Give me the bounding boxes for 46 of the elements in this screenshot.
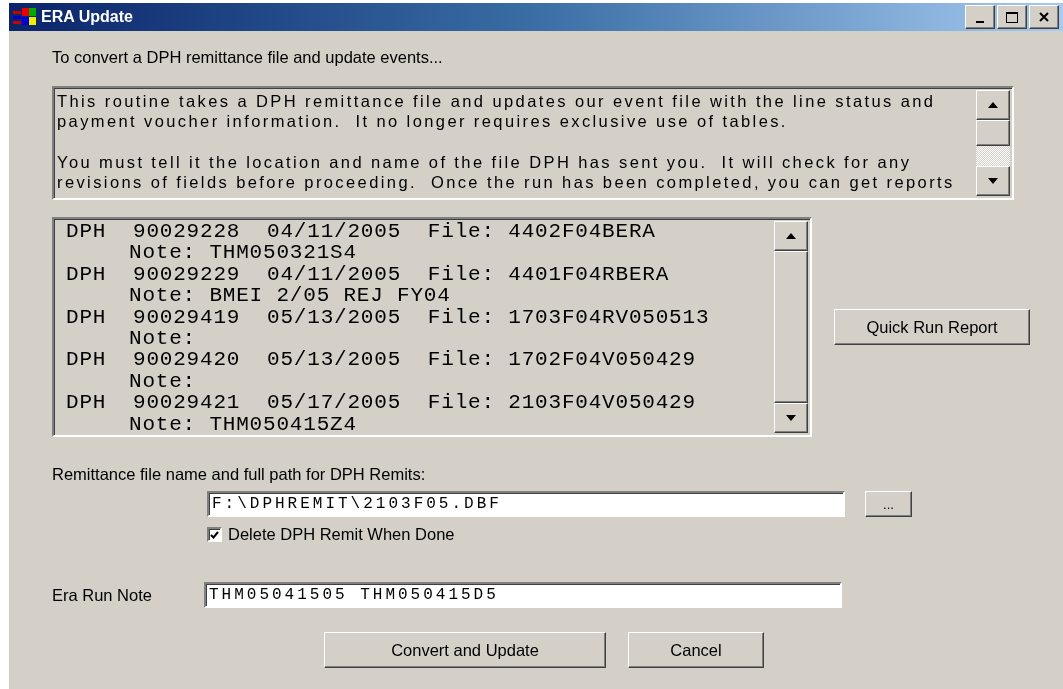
up-arrow-icon bbox=[988, 102, 998, 108]
convert-button[interactable]: Convert and Update bbox=[324, 632, 606, 668]
minimize-button[interactable] bbox=[965, 5, 995, 29]
run-entry: DPH 90029421 05/17/2005 File: 2103F04V050429 bbox=[66, 392, 697, 414]
browse-button[interactable]: ... bbox=[865, 491, 912, 517]
run-note-label: Era Run Note bbox=[52, 585, 152, 605]
remit-file-field[interactable]: F:\DPHREMIT\2103F05.DBF bbox=[207, 491, 845, 517]
checkbox[interactable] bbox=[207, 527, 222, 542]
close-icon bbox=[1039, 12, 1049, 22]
scroll-down-button[interactable] bbox=[976, 166, 1010, 196]
run-list[interactable] bbox=[52, 217, 812, 437]
cancel-button[interactable]: Cancel bbox=[628, 632, 764, 668]
run-entry: DPH 90029419 05/13/2005 File: 1703F04RV050513 bbox=[66, 306, 711, 329]
scroll-thumb[interactable] bbox=[976, 120, 1010, 146]
down-arrow-icon bbox=[786, 415, 796, 421]
app-icon bbox=[13, 7, 37, 27]
run-entry: DPH 90029420 05/13/2005 File: 1702F04V050429 bbox=[66, 349, 697, 371]
run-note-field[interactable]: THM05041505 THM050415D5 bbox=[203, 582, 842, 608]
description-paragraph: You must tell it the location and name of the file DPH has sent you. It will check for any revisions of fields before proceeding. Once the run has been completed, you can get reports bbox=[57, 152, 956, 192]
run-note: Note: bbox=[129, 370, 197, 393]
window-title: ERA Update bbox=[41, 8, 133, 26]
scroll-bar[interactable] bbox=[976, 90, 1010, 196]
remit-label: Remittance file name and full path for DPH Remits: bbox=[52, 465, 427, 484]
scroll-down-button[interactable] bbox=[774, 403, 808, 433]
scroll-up-button[interactable] bbox=[774, 221, 808, 251]
up-arrow-icon bbox=[786, 233, 796, 239]
description-paragraph: This routine takes a DPH remittance file and updates our event file with the line status and payment voucher information. It no longer requires exclusive use of tables. bbox=[57, 91, 937, 131]
maximize-button[interactable] bbox=[997, 5, 1027, 29]
minimize-icon bbox=[976, 21, 984, 23]
run-note: Note: THM050415Z4 bbox=[129, 413, 358, 436]
scroll-up-button[interactable] bbox=[976, 90, 1010, 120]
run-note: Note: BMEI 2/05 REJ FY04 bbox=[129, 285, 452, 307]
maximize-icon bbox=[1006, 11, 1018, 23]
down-arrow-icon bbox=[988, 178, 998, 184]
close-button[interactable] bbox=[1029, 5, 1059, 29]
scroll-bar[interactable] bbox=[774, 221, 808, 433]
run-note: Note: bbox=[129, 328, 197, 350]
check-icon bbox=[210, 530, 219, 539]
checkbox-label: Delete DPH Remit When Done bbox=[228, 525, 455, 544]
run-note: Note: THM050321S4 bbox=[129, 242, 358, 264]
scroll-thumb[interactable] bbox=[774, 251, 808, 403]
run-entry: DPH 90029228 04/11/2005 File: 4402F04BERA bbox=[66, 221, 657, 243]
scroll-track bbox=[976, 146, 1010, 166]
run-entry: DPH 90029229 04/11/2005 File: 4401F04RBERA bbox=[66, 263, 671, 286]
heading-text: To convert a DPH remittance file and update events... bbox=[52, 48, 444, 68]
quick-run-report-button[interactable]: Quick Run Report bbox=[834, 309, 1030, 345]
